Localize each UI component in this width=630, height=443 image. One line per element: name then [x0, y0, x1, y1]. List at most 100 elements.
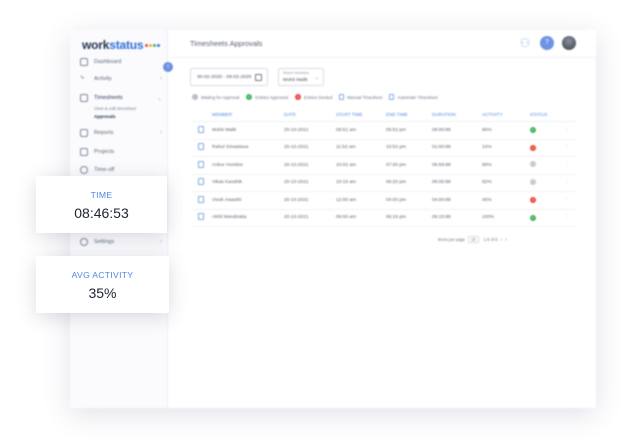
per-page-select[interactable]: 10	[468, 236, 479, 243]
column-header-end-time[interactable]: END TIME	[386, 112, 432, 117]
more-options-icon[interactable]: ⋮	[558, 198, 576, 203]
member-name: Rahul Srivastava	[212, 145, 249, 151]
sidebar-item-settings[interactable]: Settings ›	[80, 238, 162, 246]
chevron-right-icon: ›	[160, 76, 162, 82]
waiting-status-icon[interactable]	[530, 178, 536, 185]
avatar[interactable]	[562, 36, 576, 50]
logo-dot	[145, 44, 149, 48]
duration-cell: 08:00:88	[432, 127, 451, 133]
legend-label: Automatic Timesheet	[397, 94, 438, 100]
activity-cell: 100%	[482, 215, 495, 221]
column-header-date[interactable]: DATE	[284, 112, 336, 117]
chevron-right-icon: ›	[160, 130, 162, 136]
member-select[interactable]: Select members Mohit Malik ⌄	[278, 68, 324, 86]
denied-status-icon[interactable]: ×	[530, 144, 536, 151]
logo-dots	[144, 38, 161, 52]
column-header-activity[interactable]: ACTIVITY	[482, 112, 530, 117]
date-cell: 20-10-2021	[284, 215, 309, 221]
more-options-icon[interactable]: ⋮	[558, 145, 576, 150]
member-select-value: Mohit Malik	[283, 78, 308, 83]
table-row[interactable]: Vikas Kaushik 20-10-2021 10:15 am 06:20 pm 0…	[192, 175, 576, 192]
waiting-status-icon[interactable]	[530, 161, 536, 168]
previous-page-icon[interactable]: ‹	[501, 237, 503, 243]
time-stat-card: TIME 08:46:53	[36, 176, 167, 233]
time-stat-label: TIME	[90, 190, 113, 200]
member-select-caption: Select members	[283, 71, 309, 75]
timesheets-table: MEMBER DATE START TIME END TIME DURATION…	[192, 108, 576, 227]
next-page-icon[interactable]: ›	[505, 237, 507, 243]
activity-cell: 90%	[482, 127, 492, 133]
table-body: Mohit Malik 20-10-2021 09:51 am 05:52 pm 08:…	[192, 122, 576, 227]
sidebar-item-time-off[interactable]: Time-off	[80, 166, 162, 174]
activity-cell: 45%	[482, 197, 492, 203]
duration-cell: 01:00:88	[432, 145, 451, 151]
sidebar-item-label: Timesheets	[94, 95, 123, 101]
chevron-right-icon: ›	[160, 239, 162, 245]
sidebar-item-label: Projects	[94, 149, 115, 155]
legend-item: Waiting for Approval	[192, 94, 239, 100]
sidebar-item-label: Reports	[94, 130, 114, 136]
settings-icon	[80, 238, 88, 246]
start-time-cell: 10:02 am	[336, 162, 357, 168]
sidebar-subitem-approvals[interactable]: Approvals	[94, 114, 115, 119]
chevron-down-icon: ⌄	[156, 95, 162, 102]
calendar-icon	[255, 74, 262, 81]
more-options-icon[interactable]: ⋮	[558, 163, 576, 168]
table-row[interactable]: Mohit Malik 20-10-2021 09:51 am 05:52 pm 08:…	[192, 122, 576, 140]
end-time-cell: 10:52 pm	[386, 145, 407, 151]
workstatus-logo[interactable]: workstatus	[82, 38, 161, 52]
column-header-start-time[interactable]: START TIME	[336, 112, 386, 117]
logo-dot	[149, 44, 153, 48]
approved-status-icon[interactable]: ✓	[530, 127, 536, 134]
legend-label: Entries Approved	[255, 94, 289, 100]
table-row[interactable]: Rahul Srivastava 20-10-2021 11:52 am 10:52 …	[192, 140, 576, 157]
organization-icon[interactable]: ⚇	[518, 36, 532, 50]
sidebar-item-projects[interactable]: Projects	[80, 148, 162, 156]
start-time-cell: 09:00 am	[336, 215, 357, 221]
end-time-cell: 05:52 pm	[386, 127, 407, 133]
member-name: Vikas Kaushik	[212, 180, 243, 186]
activity-cell: 92%	[482, 180, 492, 186]
duration-cell: 04:00:88	[432, 197, 451, 203]
sidebar-item-timesheets[interactable]: Timesheets ⌄	[80, 94, 162, 102]
member-name: Akhil Mandiratta	[212, 215, 247, 221]
timesheet-document-icon	[198, 178, 204, 186]
sidebar-item-label: Time-off	[94, 167, 115, 173]
activity-stat-label: AVG ACTIVITY	[71, 270, 134, 280]
column-header-duration[interactable]: DURATION	[432, 112, 482, 117]
date-range-picker[interactable]: 30-02-2020 - 09-02-2020	[190, 68, 268, 86]
column-header-member[interactable]: MEMBER	[212, 112, 284, 117]
member-name: Mohit Malik	[212, 127, 237, 133]
activity-stat-card: AVG ACTIVITY 35%	[36, 256, 169, 313]
time-stat-value: 08:46:53	[74, 205, 129, 221]
timesheet-document-icon	[198, 143, 204, 151]
table-row[interactable]: Akhil Mandiratta 20-10-2021 09:00 am 06:15 …	[192, 210, 576, 227]
timesheets-icon	[80, 94, 88, 102]
table-row[interactable]: Vivek Awasthi 20-10-2021 12:00 am 04:00 pm 0…	[192, 192, 576, 210]
approved-status-icon[interactable]: ✓	[530, 214, 536, 221]
start-time-cell: 11:52 am	[336, 145, 356, 151]
legend-item: Manual Timesheet	[339, 94, 382, 100]
sidebar-item-dashboard[interactable]: Dashboard	[80, 58, 162, 66]
dashboard-icon	[80, 58, 88, 66]
more-options-icon[interactable]: ⋮	[558, 128, 576, 133]
sidebar-collapse-button[interactable]: ‹	[163, 62, 173, 72]
start-time-cell: 10:15 am	[336, 180, 357, 186]
logo-dot	[157, 44, 161, 48]
sidebar-item-activity[interactable]: ∿ Activity ›	[80, 75, 162, 83]
sidebar-subitem-view-edit[interactable]: View & edit timesheet	[94, 106, 136, 111]
sidebar-item-label: Activity	[94, 76, 112, 82]
denied-status-icon[interactable]: ×	[530, 197, 536, 204]
help-icon[interactable]: ?	[540, 36, 554, 50]
check-icon: ✓	[246, 94, 253, 100]
sidebar-item-reports[interactable]: Reports ›	[80, 129, 162, 137]
more-options-icon[interactable]: ⋮	[558, 180, 576, 185]
page-title: Timesheets Approvals	[190, 39, 263, 48]
column-header-status[interactable]: STATUS	[530, 112, 558, 117]
legend-label: Waiting for Approval	[201, 94, 240, 100]
more-options-icon[interactable]: ⋮	[558, 215, 576, 220]
activity-stat-value: 35%	[88, 285, 117, 301]
timesheet-document-icon	[198, 125, 204, 133]
member-name: Vivek Awasthi	[212, 197, 242, 203]
table-row[interactable]: Ankur Hombre 20-10-2021 10:02 am 07:00 pm 08…	[192, 157, 576, 175]
